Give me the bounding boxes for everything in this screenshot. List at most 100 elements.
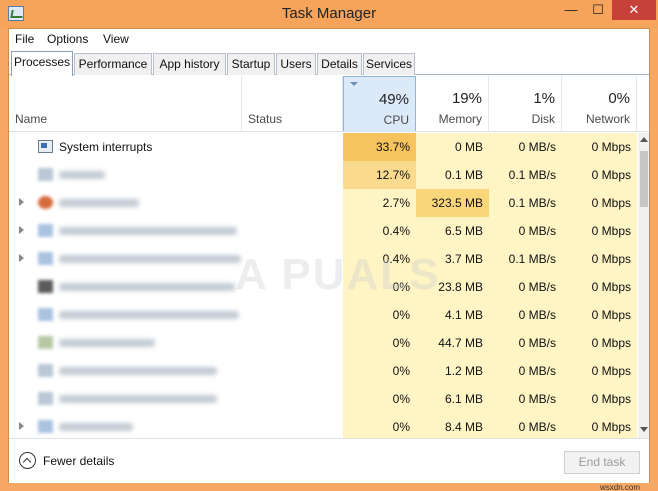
task-manager-window: Task Manager — ☐ ✕ File Options View Pro… (0, 0, 658, 491)
cpu-cell: 0.4% (343, 245, 416, 273)
process-icon (38, 308, 53, 321)
blurred-process-name (59, 227, 237, 235)
scroll-down-arrow-icon[interactable] (640, 427, 648, 432)
process-icon (38, 420, 53, 433)
process-icon (38, 280, 53, 293)
table-row[interactable]: 0% 23.8 MB 0 MB/s 0 Mbps (9, 273, 637, 301)
end-task-button[interactable]: End task (564, 451, 640, 474)
memory-cell: 1.2 MB (416, 357, 489, 385)
disk-cell: 0 MB/s (489, 413, 562, 438)
blurred-process-name (59, 199, 139, 207)
disk-cell: 0 MB/s (489, 133, 562, 161)
table-row[interactable]: System interrupts 33.7% 0 MB 0 MB/s 0 Mb… (9, 133, 637, 161)
process-icon (38, 336, 53, 349)
title-bar[interactable]: Task Manager — ☐ ✕ (0, 0, 658, 28)
disk-cell: 0 MB/s (489, 301, 562, 329)
cpu-cell: 0.4% (343, 217, 416, 245)
table-row[interactable]: 0% 44.7 MB 0 MB/s 0 Mbps (9, 329, 637, 357)
network-cell: 0 Mbps (562, 133, 637, 161)
disk-cell: 0.1 MB/s (489, 245, 562, 273)
table-row[interactable]: 0% 6.1 MB 0 MB/s 0 Mbps (9, 385, 637, 413)
network-cell: 0 Mbps (562, 161, 637, 189)
disk-cell: 0 MB/s (489, 217, 562, 245)
scroll-thumb[interactable] (640, 151, 648, 207)
cpu-cell: 2.7% (343, 189, 416, 217)
blurred-process-name (59, 367, 217, 375)
scroll-up-arrow-icon[interactable] (640, 137, 648, 142)
memory-cell: 3.7 MB (416, 245, 489, 273)
site-watermark: wsxdn.com (600, 483, 641, 491)
tab-processes[interactable]: Processes (11, 51, 73, 76)
network-cell: 0 Mbps (562, 189, 637, 217)
network-cell: 0 Mbps (562, 329, 637, 357)
process-icon (38, 392, 53, 405)
process-icon (38, 252, 53, 265)
expand-chevron-icon[interactable] (19, 226, 24, 234)
tab-users[interactable]: Users (276, 53, 316, 75)
blurred-process-name (59, 255, 241, 263)
network-cell: 0 Mbps (562, 273, 637, 301)
expand-chevron-icon[interactable] (19, 422, 24, 430)
blurred-process-name (59, 283, 235, 291)
network-cell: 0 Mbps (562, 385, 637, 413)
expand-chevron-icon[interactable] (19, 198, 24, 206)
vertical-scrollbar[interactable] (638, 133, 649, 438)
cpu-cell: 0% (343, 413, 416, 438)
tab-startup[interactable]: Startup (227, 53, 275, 75)
disk-cell: 0 MB/s (489, 329, 562, 357)
table-row[interactable]: 0% 4.1 MB 0 MB/s 0 Mbps (9, 301, 637, 329)
footer-bar: Fewer details End task (9, 438, 649, 483)
table-row[interactable]: 2.7% 323.5 MB 0.1 MB/s 0 Mbps (9, 189, 637, 217)
network-cell: 0 Mbps (562, 245, 637, 273)
disk-cell: 0 MB/s (489, 273, 562, 301)
header-divider (9, 76, 649, 132)
process-icon (38, 224, 53, 237)
process-name: System interrupts (59, 140, 153, 154)
process-table: Name Status 49% CPU 19% Memory 1% Disk 0… (9, 76, 649, 438)
blurred-process-name (59, 395, 217, 403)
blurred-process-name (59, 423, 133, 431)
menu-options[interactable]: Options (47, 32, 88, 46)
tab-details[interactable]: Details (317, 53, 362, 75)
process-icon (38, 364, 53, 377)
memory-cell: 8.4 MB (416, 413, 489, 438)
memory-cell: 44.7 MB (416, 329, 489, 357)
table-row[interactable]: 12.7% 0.1 MB 0.1 MB/s 0 Mbps (9, 161, 637, 189)
menu-view[interactable]: View (103, 32, 129, 46)
tab-services[interactable]: Services (363, 53, 415, 75)
menu-bar: File Options View (9, 29, 649, 51)
cpu-cell: 0% (343, 385, 416, 413)
process-icon (38, 168, 53, 181)
disk-cell: 0.1 MB/s (489, 189, 562, 217)
disk-cell: 0.1 MB/s (489, 161, 562, 189)
menu-file[interactable]: File (15, 32, 34, 46)
table-row[interactable]: 0.4% 3.7 MB 0.1 MB/s 0 Mbps (9, 245, 637, 273)
table-row[interactable]: 0.4% 6.5 MB 0 MB/s 0 Mbps (9, 217, 637, 245)
chevron-up-circle-icon[interactable] (19, 452, 36, 469)
tab-app-history[interactable]: App history (153, 53, 226, 75)
tab-performance[interactable]: Performance (74, 53, 152, 75)
disk-cell: 0 MB/s (489, 357, 562, 385)
cpu-cell: 33.7% (343, 133, 416, 161)
system-interrupts-icon (38, 140, 53, 153)
memory-cell: 6.1 MB (416, 385, 489, 413)
fewer-details-link[interactable]: Fewer details (43, 454, 114, 468)
memory-cell: 0 MB (416, 133, 489, 161)
close-button[interactable]: ✕ (612, 0, 656, 20)
memory-cell: 23.8 MB (416, 273, 489, 301)
table-row[interactable]: 0% 1.2 MB 0 MB/s 0 Mbps (9, 357, 637, 385)
network-cell: 0 Mbps (562, 357, 637, 385)
table-row[interactable]: 0% 8.4 MB 0 MB/s 0 Mbps (9, 413, 637, 438)
memory-cell: 0.1 MB (416, 161, 489, 189)
maximize-button[interactable]: ☐ (585, 0, 611, 20)
network-cell: 0 Mbps (562, 301, 637, 329)
cpu-cell: 0% (343, 357, 416, 385)
minimize-button[interactable]: — (558, 0, 584, 20)
memory-cell: 6.5 MB (416, 217, 489, 245)
network-cell: 0 Mbps (562, 217, 637, 245)
expand-chevron-icon[interactable] (19, 254, 24, 262)
network-cell: 0 Mbps (562, 413, 637, 438)
cpu-cell: 0% (343, 301, 416, 329)
memory-cell: 323.5 MB (416, 189, 489, 217)
cpu-cell: 12.7% (343, 161, 416, 189)
